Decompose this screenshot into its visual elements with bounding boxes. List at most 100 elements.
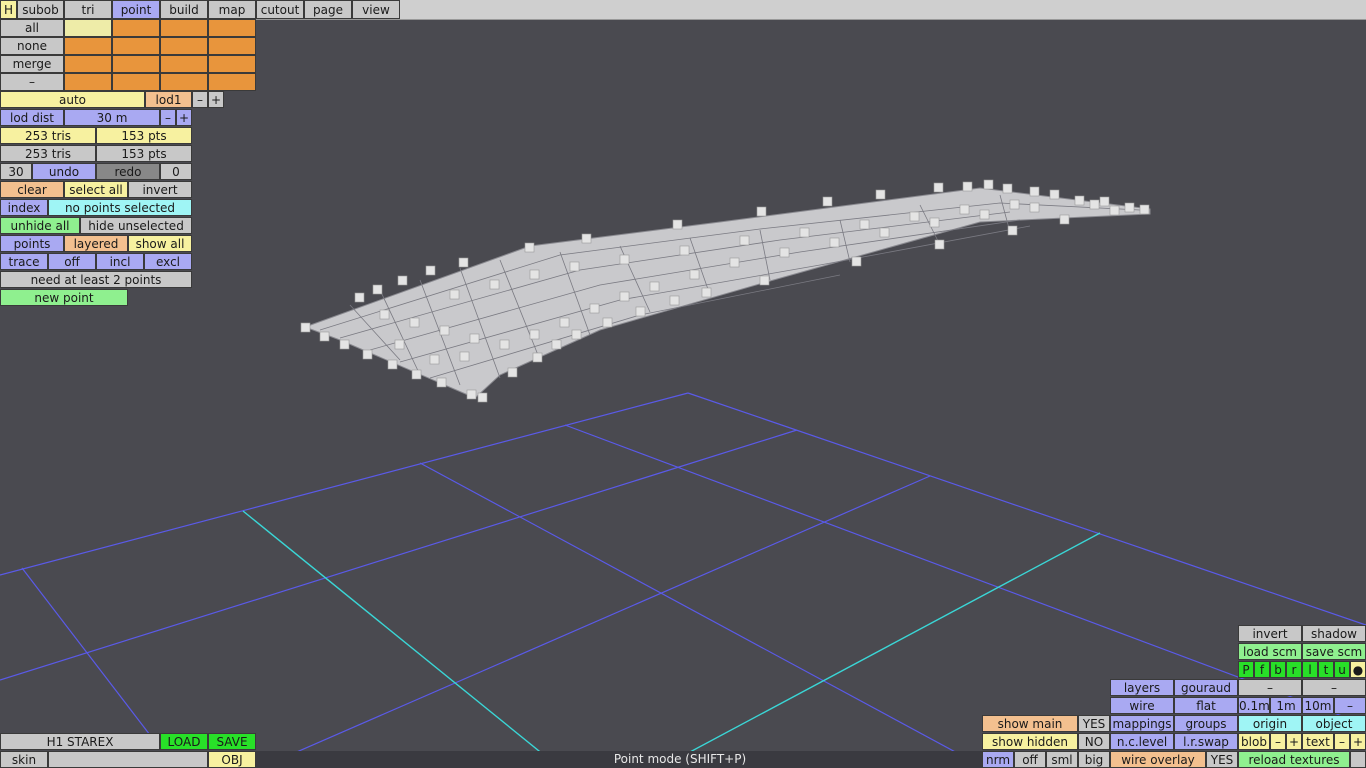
layer-slot[interactable] — [208, 55, 256, 73]
layer-slot[interactable] — [208, 19, 256, 37]
view-t-button[interactable]: t — [1318, 661, 1334, 678]
show-hidden-value[interactable]: NO — [1078, 733, 1110, 750]
layer-slot[interactable] — [64, 19, 112, 37]
normals-nrm-button[interactable]: nrm — [982, 751, 1014, 768]
view-f-button[interactable]: f — [1254, 661, 1270, 678]
trace-button[interactable]: trace — [0, 253, 48, 270]
layer-slot[interactable] — [64, 37, 112, 55]
menu-tri[interactable]: tri — [64, 0, 112, 19]
view-p-button[interactable]: P — [1238, 661, 1254, 678]
save-scm-button[interactable]: save scm — [1302, 643, 1366, 660]
invert-selection-button[interactable]: invert — [128, 181, 192, 198]
normals-off-button[interactable]: off — [1014, 751, 1046, 768]
layer-slot[interactable] — [160, 55, 208, 73]
menu-cutout[interactable]: cutout — [256, 0, 304, 19]
grid-10m-button[interactable]: 10m — [1302, 697, 1334, 714]
lod-dist-minus-button[interactable]: – — [160, 109, 176, 126]
skin-field[interactable] — [48, 751, 208, 768]
show-hidden-button[interactable]: show hidden — [982, 733, 1078, 750]
layers-button[interactable]: layers — [1110, 679, 1174, 696]
load-scm-button[interactable]: load scm — [1238, 643, 1302, 660]
lod-dist-plus-button[interactable]: + — [176, 109, 192, 126]
wire-button[interactable]: wire — [1110, 697, 1174, 714]
menu-map[interactable]: map — [208, 0, 256, 19]
trace-off-button[interactable]: off — [48, 253, 96, 270]
object-button[interactable]: object — [1302, 715, 1366, 732]
blob-button[interactable]: blob — [1238, 733, 1270, 750]
lod-dist-value[interactable]: 30 m — [64, 109, 160, 126]
layer-slot[interactable] — [112, 19, 160, 37]
show-main-value[interactable]: YES — [1078, 715, 1110, 732]
flat-button[interactable]: flat — [1174, 697, 1238, 714]
layer-slot[interactable] — [112, 73, 160, 91]
menu-h[interactable]: H — [0, 0, 17, 19]
redo-button[interactable]: redo — [96, 163, 160, 180]
layer-slot[interactable] — [112, 37, 160, 55]
layered-button[interactable]: layered — [64, 235, 128, 252]
origin-button[interactable]: origin — [1238, 715, 1302, 732]
3d-viewport[interactable] — [0, 0, 1366, 768]
view-dot-button[interactable]: ● — [1350, 661, 1366, 678]
trace-incl-button[interactable]: incl — [96, 253, 144, 270]
menu-build[interactable]: build — [160, 0, 208, 19]
show-all-button[interactable]: show all — [128, 235, 192, 252]
layer-slot[interactable] — [64, 73, 112, 91]
wire-overlay-value[interactable]: YES — [1206, 751, 1238, 768]
unhide-all-button[interactable]: unhide all — [0, 217, 80, 234]
lr-swap-button[interactable]: l.r.swap — [1174, 733, 1238, 750]
lod1-button[interactable]: lod1 — [145, 91, 192, 108]
invert-view-button[interactable]: invert — [1238, 625, 1302, 642]
undo-button[interactable]: undo — [32, 163, 96, 180]
reload-textures-button[interactable]: reload textures — [1238, 751, 1350, 768]
dash-button-2[interactable]: – — [1302, 679, 1366, 696]
save-button[interactable]: SAVE — [208, 733, 256, 750]
lod-minus-button[interactable]: – — [192, 91, 208, 108]
clear-button[interactable]: clear — [0, 181, 64, 198]
text-minus-button[interactable]: – — [1334, 733, 1350, 750]
dash-button[interactable]: – — [0, 73, 64, 91]
groups-button[interactable]: groups — [1174, 715, 1238, 732]
load-button[interactable]: LOAD — [160, 733, 208, 750]
menu-page[interactable]: page — [304, 0, 352, 19]
menu-view[interactable]: view — [352, 0, 400, 19]
layer-slot[interactable] — [160, 73, 208, 91]
select-all-layers-button[interactable]: all — [0, 19, 64, 37]
nc-level-button[interactable]: n.c.level — [1110, 733, 1174, 750]
layer-slot[interactable] — [160, 37, 208, 55]
blob-plus-button[interactable]: + — [1286, 733, 1302, 750]
index-button[interactable]: index — [0, 199, 48, 216]
layer-slot[interactable] — [208, 37, 256, 55]
menu-point[interactable]: point — [112, 0, 160, 19]
layer-slot[interactable] — [208, 73, 256, 91]
points-button[interactable]: points — [0, 235, 64, 252]
obj-button[interactable]: OBJ — [208, 751, 256, 768]
normals-big-button[interactable]: big — [1078, 751, 1110, 768]
menu-subob[interactable]: subob — [17, 0, 64, 19]
layer-slot[interactable] — [64, 55, 112, 73]
grid-1m-button[interactable]: 1m — [1270, 697, 1302, 714]
model-name[interactable]: H1 STAREX — [0, 733, 160, 750]
gouraud-button[interactable]: gouraud — [1174, 679, 1238, 696]
view-l-button[interactable]: l — [1302, 661, 1318, 678]
view-u-button[interactable]: u — [1334, 661, 1350, 678]
view-r-button[interactable]: r — [1286, 661, 1302, 678]
mappings-button[interactable]: mappings — [1110, 715, 1174, 732]
hide-unselected-button[interactable]: hide unselected — [80, 217, 192, 234]
wire-overlay-button[interactable]: wire overlay — [1110, 751, 1206, 768]
layer-slot[interactable] — [160, 19, 208, 37]
grid-off-button[interactable]: – — [1334, 697, 1366, 714]
trace-excl-button[interactable]: excl — [144, 253, 192, 270]
shadow-button[interactable]: shadow — [1302, 625, 1366, 642]
lod-plus-button[interactable]: + — [208, 91, 224, 108]
merge-button[interactable]: merge — [0, 55, 64, 73]
grid-01m-button[interactable]: 0.1m — [1238, 697, 1270, 714]
new-point-button[interactable]: new point — [0, 289, 128, 306]
dash-button-1[interactable]: – — [1238, 679, 1302, 696]
skin-button[interactable]: skin — [0, 751, 48, 768]
text-plus-button[interactable]: + — [1350, 733, 1366, 750]
select-all-button[interactable]: select all — [64, 181, 128, 198]
text-button[interactable]: text — [1302, 733, 1334, 750]
show-main-button[interactable]: show main — [982, 715, 1078, 732]
blob-minus-button[interactable]: – — [1270, 733, 1286, 750]
view-b-button[interactable]: b — [1270, 661, 1286, 678]
